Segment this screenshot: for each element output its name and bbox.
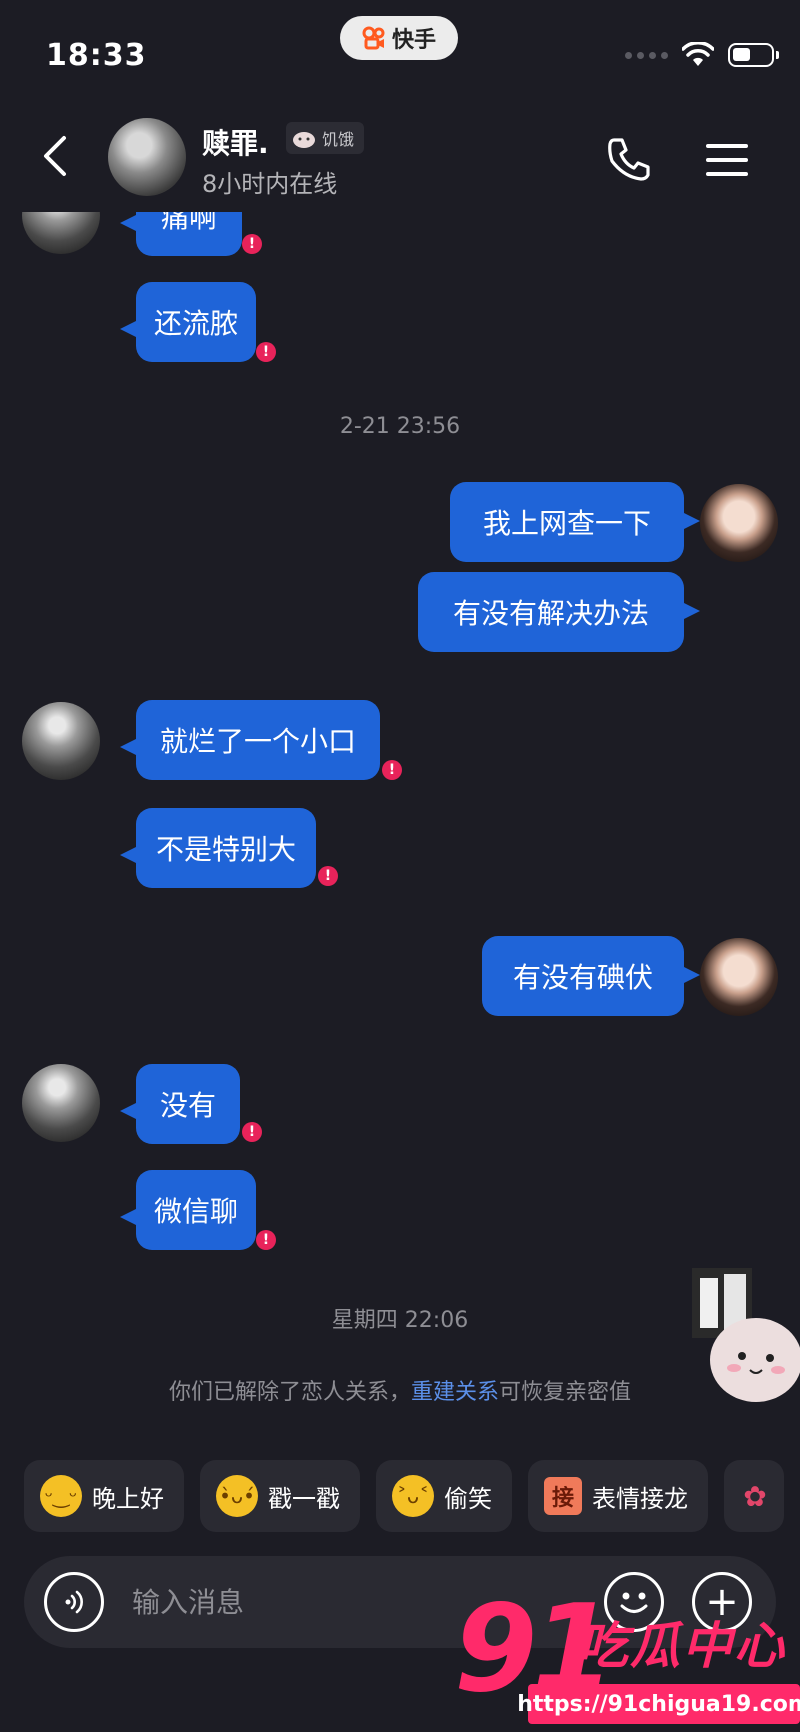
message-text: 有没有解决办法 <box>452 597 649 630</box>
rebuild-relationship-link[interactable]: 重建关系 <box>411 1380 499 1405</box>
message-text: 我上网查一下 <box>482 507 651 540</box>
giggle-emoji-icon: ˃ᴗ˂ <box>392 1475 434 1517</box>
quick-reply-bar[interactable]: ᵕ‿ᵕ 晚上好 •̀ᴗ•́ 戳一戳 ˃ᴗ˂ 偷笑 接 表情接龙 ✿ <box>24 1460 784 1532</box>
message-text: 就烂了一个小口 <box>159 725 356 758</box>
back-arrow-icon[interactable] <box>36 134 76 178</box>
poke-emoji-icon: •̀ᴗ•́ <box>216 1475 258 1517</box>
relationship-notice: 你们已解除了恋人关系，重建关系可恢复亲密值 <box>0 1374 800 1406</box>
message-input[interactable] <box>132 1576 502 1628</box>
my-avatar[interactable] <box>700 484 778 562</box>
message-bubble[interactable]: 就烂了一个小口 <box>120 700 380 780</box>
mood-status-label: 饥饿 <box>322 130 355 149</box>
mood-status-tag[interactable]: 饥饿 <box>286 122 365 154</box>
quick-reply-label: 表情接龙 <box>592 1484 688 1513</box>
message-text: 微信聊 <box>153 1195 238 1228</box>
send-failed-icon[interactable]: ! <box>382 760 402 780</box>
quick-reply-label: 偷笑 <box>444 1484 492 1513</box>
send-failed-icon[interactable]: ! <box>256 342 276 362</box>
chat-header: 赎罪. 饥饿 8小时内在线 <box>0 100 800 212</box>
contact-name[interactable]: 赎罪. <box>202 122 269 162</box>
quick-reply-giggle[interactable]: ˃ᴗ˂ 偷笑 <box>376 1460 512 1532</box>
contact-avatar[interactable] <box>108 118 186 196</box>
contact-avatar[interactable] <box>22 702 100 780</box>
message-bubble[interactable]: 没有 <box>120 1064 240 1144</box>
message-bubble[interactable]: 我上网查一下 <box>450 482 700 562</box>
site-watermark: 91 吃瓜中心 https://91chigua19.com <box>454 1580 800 1732</box>
quick-reply-good-evening[interactable]: ᵕ‿ᵕ 晚上好 <box>24 1460 184 1532</box>
message-text: 有没有碘伏 <box>512 961 653 994</box>
send-failed-icon[interactable]: ! <box>242 234 262 254</box>
menu-icon[interactable] <box>704 140 750 180</box>
quick-reply-label: 晚上好 <box>92 1484 164 1513</box>
send-failed-icon[interactable]: ! <box>256 1230 276 1250</box>
sticker-chain-badge-icon: 接 <box>544 1477 582 1515</box>
chat-timestamp: 2-21 23:56 <box>339 414 461 439</box>
cartoon-sticker-image[interactable] <box>686 1248 800 1408</box>
send-failed-icon[interactable]: ! <box>318 866 338 886</box>
message-bubble[interactable]: 有没有碘伏 <box>482 936 700 1016</box>
chat-timestamp: 星期四 22:06 <box>331 1308 469 1333</box>
flower-emoji-icon: ✿ <box>743 1479 767 1513</box>
online-status: 8小时内在线 <box>202 170 338 198</box>
quick-reply-poke[interactable]: •̀ᴗ•́ 戳一戳 <box>200 1460 360 1532</box>
watermark-url: https://91chigua19.com <box>517 1684 800 1724</box>
voice-wave-icon <box>65 1590 83 1614</box>
my-avatar[interactable] <box>700 938 778 1016</box>
quick-reply-flower[interactable]: ✿ <box>724 1460 784 1532</box>
notice-prefix: 你们已解除了恋人关系， <box>168 1380 411 1405</box>
message-bubble[interactable]: 不是特别大 <box>120 808 316 888</box>
message-bubble[interactable]: 微信聊 <box>120 1170 256 1250</box>
watermark-name: 吃瓜中心 <box>578 1617 786 1675</box>
message-text: 没有 <box>159 1089 216 1122</box>
phone-call-icon[interactable] <box>604 134 654 184</box>
contact-avatar[interactable] <box>22 1064 100 1142</box>
smile-moon-emoji-icon: ᵕ‿ᵕ <box>40 1475 82 1517</box>
message-text: 还流脓 <box>153 307 238 340</box>
quick-reply-label: 戳一戳 <box>268 1484 340 1513</box>
send-failed-icon[interactable]: ! <box>242 1122 262 1142</box>
quick-reply-sticker-chain[interactable]: 接 表情接龙 <box>528 1460 708 1532</box>
voice-input-button[interactable] <box>44 1572 104 1632</box>
notice-suffix: 可恢复亲密值 <box>499 1380 632 1405</box>
message-text: 不是特别大 <box>155 833 296 866</box>
hungry-ghost-icon <box>293 132 315 148</box>
message-bubble[interactable]: 有没有解决办法 <box>418 572 700 652</box>
message-bubble[interactable]: 还流脓 <box>120 282 256 362</box>
